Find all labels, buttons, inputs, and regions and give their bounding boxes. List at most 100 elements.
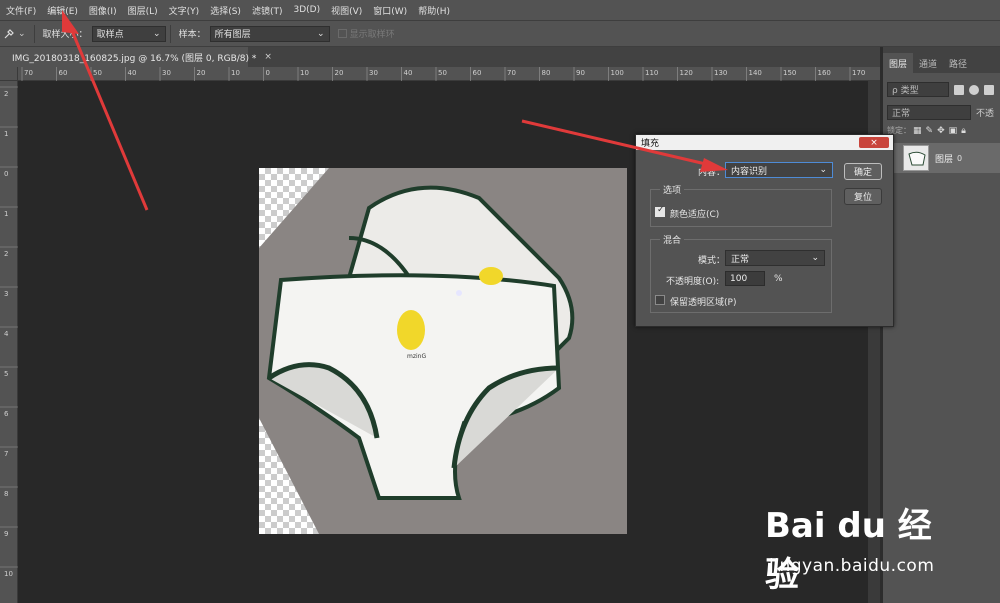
document-image[interactable]: mzinG xyxy=(259,168,627,534)
menu-item[interactable]: 视图(V) xyxy=(331,4,362,17)
preserve-transparency-checkbox[interactable] xyxy=(655,295,665,305)
ruler-label: 140 xyxy=(749,69,762,77)
horizontal-ruler[interactable]: 70 60 50 40 30 20 10 0 10 20 30 40 50 60 70 80 90 100 110 1… xyxy=(18,67,880,81)
ok-label: 确定 xyxy=(853,168,872,178)
dialog-title: 填充 xyxy=(641,139,660,149)
blend-mode-select[interactable]: 正常 xyxy=(887,105,971,120)
menu-item[interactable]: 选择(S) xyxy=(210,4,241,17)
ruler-label: 150 xyxy=(783,69,796,77)
lock-paint-icon[interactable]: ✎ xyxy=(926,126,934,136)
ruler-label: 0 xyxy=(266,69,270,77)
sample-value: 所有图层 xyxy=(214,30,251,40)
adjustment-filter-icon[interactable] xyxy=(969,84,979,95)
menu-item[interactable]: 3D(D) xyxy=(293,5,320,15)
ruler-label: 40 xyxy=(128,69,137,77)
tab-layers[interactable]: 图层 xyxy=(883,53,914,73)
sample-select[interactable]: 所有图层 ⌄ xyxy=(209,25,330,42)
ruler-label: 9 xyxy=(4,530,8,538)
ruler-label: 50 xyxy=(93,69,102,77)
ruler-label: 160 xyxy=(818,69,831,77)
lock-transparent-icon[interactable]: ▦ xyxy=(913,126,922,136)
options-group-title: 选项 xyxy=(660,183,685,196)
sample-label: 样本： xyxy=(178,30,206,40)
tool-preset-chevron-icon[interactable]: ⌄ xyxy=(18,29,26,39)
blend-row: 正常 不透 xyxy=(883,105,1000,120)
svg-text:mzinG: mzinG xyxy=(407,353,426,360)
sample-size-select[interactable]: 取样点 ⌄ xyxy=(91,25,166,42)
lock-move-icon[interactable]: ✥ xyxy=(937,126,945,136)
document-tab[interactable]: IMG_20180318_160825.jpg @ 16.7% (图层 0, R… xyxy=(0,47,272,67)
fill-dialog: 填充 × 内容： 内容识别 ⌄ 确定 复位 选项 颜色适应(C) 混合 模式： … xyxy=(635,134,894,327)
ruler-label: 30 xyxy=(369,69,378,77)
contents-label: 内容： xyxy=(698,168,726,178)
contents-select[interactable]: 内容识别 ⌄ xyxy=(725,162,833,178)
ruler-label: 1 xyxy=(4,130,8,138)
layer-filter-row: ρ 类型 xyxy=(883,82,1000,97)
image-filter-icon[interactable] xyxy=(954,84,964,95)
blend-group-title: 混合 xyxy=(660,233,685,246)
close-button[interactable]: × xyxy=(859,137,889,148)
ruler-label: 130 xyxy=(714,69,727,77)
ruler-label: 30 xyxy=(162,69,171,77)
dialog-title-bar[interactable]: 填充 × xyxy=(636,135,893,150)
tab-channels[interactable]: 通道 xyxy=(913,53,943,73)
separator xyxy=(169,24,171,43)
ruler-label: 100 xyxy=(611,69,624,77)
layer-item[interactable]: 图层 0 xyxy=(883,143,1000,173)
document-tab-title: IMG_20180318_160825.jpg @ 16.7% (图层 0, R… xyxy=(12,53,257,64)
ruler-label: 120 xyxy=(680,69,693,77)
menu-item[interactable]: 图像(I) xyxy=(89,4,117,17)
chevron-down-icon: ⌄ xyxy=(153,28,161,39)
ruler-label: 60 xyxy=(59,69,68,77)
ok-button[interactable]: 确定 xyxy=(844,163,882,180)
tab-paths[interactable]: 路径 xyxy=(943,53,973,73)
ruler-label: 20 xyxy=(197,69,206,77)
sample-size-label: 取样大小： xyxy=(42,30,88,40)
ruler-label: 3 xyxy=(4,290,8,298)
ruler-label: 10 xyxy=(4,570,13,578)
lock-all-icon[interactable]: 🔒︎ xyxy=(961,126,966,136)
ruler-corner[interactable] xyxy=(0,67,18,81)
mode-label: 模式： xyxy=(698,256,726,266)
separator xyxy=(33,24,35,43)
menu-item[interactable]: 编辑(E) xyxy=(47,4,78,17)
menu-item[interactable]: 文件(F) xyxy=(6,4,36,17)
menu-item[interactable]: 文字(Y) xyxy=(169,4,200,17)
mode-select[interactable]: 正常 ⌄ xyxy=(725,250,825,266)
contents-value: 内容识别 xyxy=(731,166,768,177)
menu-item[interactable]: 滤镜(T) xyxy=(252,4,283,17)
close-tab-icon[interactable]: × xyxy=(264,52,272,62)
chevron-down-icon: ⌄ xyxy=(317,28,325,39)
eyedropper-tool-icon[interactable] xyxy=(0,25,18,43)
ruler-label: 90 xyxy=(576,69,585,77)
ruler-label: 70 xyxy=(24,69,33,77)
lock-row: 锁定： ▦ ✎ ✥ ▣ 🔒︎ xyxy=(883,125,1000,136)
ruler-label: 80 xyxy=(542,69,551,77)
blend-mode-value: 正常 xyxy=(892,109,911,119)
vertical-ruler[interactable]: 2 1 0 1 2 3 4 5 6 7 8 9 10 xyxy=(0,81,18,603)
layer-thumbnail xyxy=(903,145,929,171)
ruler-label: 20 xyxy=(335,69,344,77)
panel-tabs: 图层 通道 路径 xyxy=(883,47,1000,73)
ruler-label: 60 xyxy=(473,69,482,77)
text-filter-icon[interactable] xyxy=(984,84,994,95)
opacity-label: 不透 xyxy=(976,109,995,119)
opacity-input[interactable]: 100 xyxy=(725,271,765,286)
ruler-label: 0 xyxy=(4,170,8,178)
ruler-label: 170 xyxy=(852,69,865,77)
color-adapt-checkbox[interactable] xyxy=(655,205,665,217)
menu-item[interactable]: 窗口(W) xyxy=(373,4,407,17)
close-icon: × xyxy=(870,137,878,148)
menu-item[interactable]: 图层(L) xyxy=(128,4,158,17)
menu-bar: 文件(F) 编辑(E) 图像(I) 图层(L) 文字(Y) 选择(S) 滤镜(T) 3D(D)… xyxy=(0,0,1000,20)
layer-filter-select[interactable]: ρ 类型 xyxy=(887,82,949,97)
menu-item[interactable]: 帮助(H) xyxy=(418,4,450,17)
ruler-label: 5 xyxy=(4,370,8,378)
lock-artboard-icon[interactable]: ▣ xyxy=(949,126,958,136)
show-ring-checkbox[interactable] xyxy=(337,29,347,38)
ruler-label: 4 xyxy=(4,330,9,338)
ruler-label: 50 xyxy=(438,69,447,77)
chevron-down-icon: ⌄ xyxy=(811,253,819,263)
sample-size-value: 取样点 xyxy=(96,30,124,40)
reset-button[interactable]: 复位 xyxy=(844,188,882,205)
